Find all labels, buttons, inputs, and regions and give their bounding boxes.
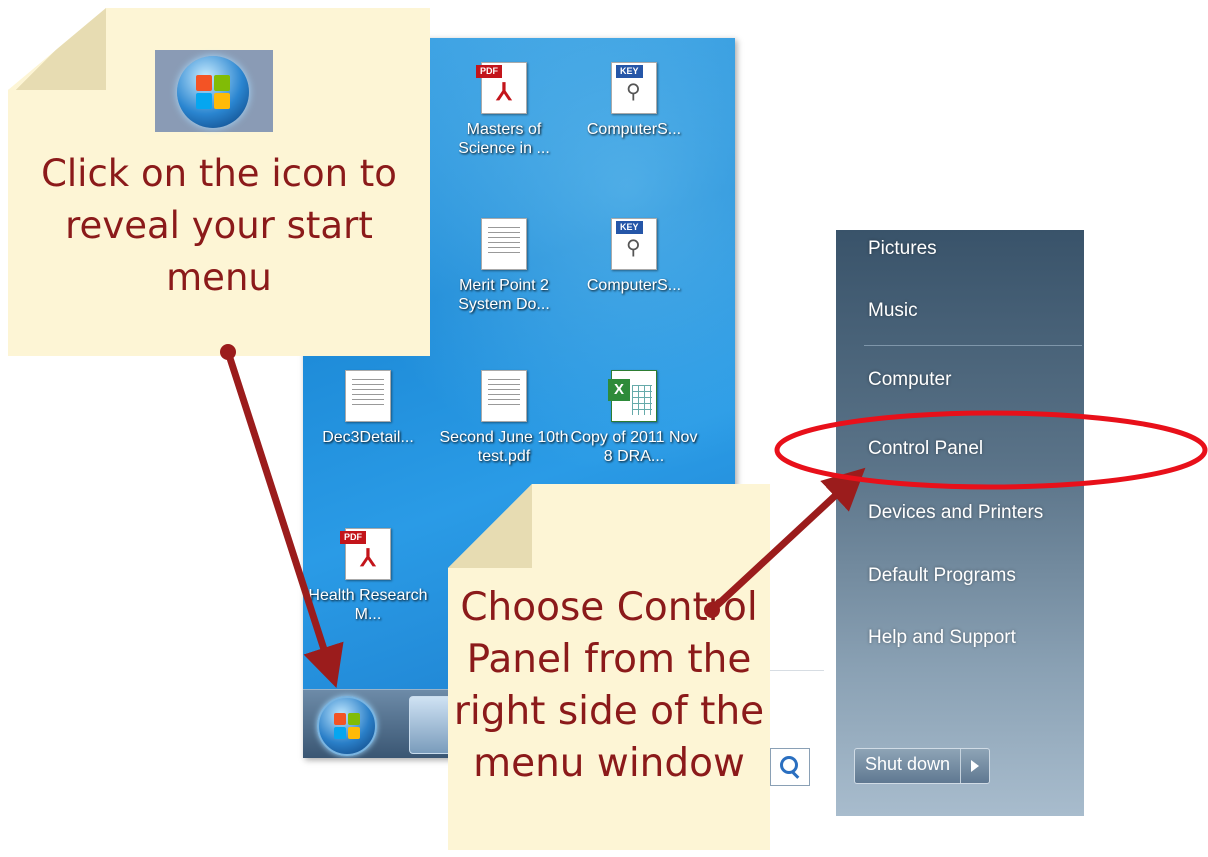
document-file-icon: [481, 370, 527, 422]
pdf-file-icon: PDF ⅄: [476, 62, 527, 114]
start-item-pictures[interactable]: Pictures: [868, 238, 937, 260]
divider: [864, 345, 1082, 346]
shutdown-control: Shut down: [854, 748, 991, 784]
shutdown-button[interactable]: Shut down: [855, 749, 962, 783]
search-button[interactable]: [770, 748, 810, 786]
start-item-computer[interactable]: Computer: [868, 369, 951, 391]
desktop-icon[interactable]: Dec3Detail...: [303, 370, 433, 447]
desktop-icon[interactable]: Second June 10th test.pdf: [439, 370, 569, 466]
desktop-icon[interactable]: Merit Point 2 System Do...: [439, 218, 569, 314]
windows-logo-icon: [334, 713, 360, 739]
start-item-help-support[interactable]: Help and Support: [868, 627, 1016, 649]
desktop-icon-label: Second June 10th test.pdf: [439, 429, 569, 465]
search-icon: [780, 756, 798, 774]
desktop-icon[interactable]: PDF ⅄ Health Research M...: [303, 528, 433, 624]
desktop-icon-label: ComputerS...: [586, 277, 682, 294]
desktop-icon-label: Merit Point 2 System Do...: [458, 277, 550, 313]
start-orb-preview: [155, 50, 273, 132]
desktop-icon[interactable]: KEY ⚲ ComputerS...: [569, 62, 699, 139]
desktop-icon[interactable]: X Copy of 2011 Nov 8 DRA...: [569, 370, 699, 466]
desktop-icon-label: Copy of 2011 Nov 8 DRA...: [570, 429, 698, 465]
start-item-music[interactable]: Music: [868, 300, 918, 322]
document-file-icon: [345, 370, 391, 422]
page-curl: [8, 8, 106, 90]
note-text: Choose Control Panel from the right side…: [453, 585, 765, 786]
desktop-icon-label: Dec3Detail...: [322, 429, 414, 446]
desktop-icon[interactable]: KEY ⚲ ComputerS...: [569, 218, 699, 295]
start-item-devices-printers[interactable]: Devices and Printers: [868, 502, 1043, 524]
start-menu-right-pane: Pictures Music Computer Control Panel De…: [836, 230, 1084, 816]
shutdown-options-arrow-icon[interactable]: [961, 749, 989, 783]
pdf-file-icon: PDF ⅄: [340, 528, 391, 580]
keynote-file-icon: KEY ⚲: [611, 62, 657, 114]
desktop-icon[interactable]: PDF ⅄ Masters of Science in ...: [439, 62, 569, 158]
note-text: Click on the icon to reveal your start m…: [41, 152, 397, 299]
desktop-icon-label: Health Research M...: [308, 587, 428, 623]
desktop-icon-label: ComputerS...: [586, 121, 682, 138]
excel-file-icon: X: [608, 370, 657, 422]
start-item-default-programs[interactable]: Default Programs: [868, 565, 1016, 587]
document-file-icon: [481, 218, 527, 270]
desktop-icon-label: Masters of Science in ...: [458, 121, 550, 157]
start-item-control-panel[interactable]: Control Panel: [868, 438, 983, 460]
keynote-file-icon: KEY ⚲: [611, 218, 657, 270]
windows-start-orb-icon: [177, 56, 249, 128]
start-button[interactable]: [317, 696, 377, 756]
